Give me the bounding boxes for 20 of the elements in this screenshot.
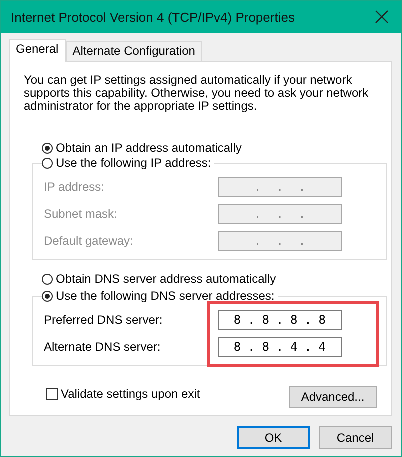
radio-option[interactable]: Obtain DNS server address automatically xyxy=(42,272,276,286)
field-label: Alternate DNS server: xyxy=(44,340,161,354)
radio-option[interactable]: Obtain an IP address automatically xyxy=(42,141,242,155)
field-label: Subnet mask: xyxy=(44,207,118,221)
dialog-button[interactable]: Cancel xyxy=(319,426,392,449)
dialog-button[interactable]: OK xyxy=(237,426,310,449)
tab[interactable]: Alternate Configuration xyxy=(66,41,202,61)
checkbox-option[interactable]: Validate settings upon exit xyxy=(46,387,200,401)
intro-text: You can get IP settings assigned automatically if your network supports this capability. Otherwise, you need to ask your network administrator for the appropriate IP settings. xyxy=(24,74,370,113)
field-label: Preferred DNS server: xyxy=(44,313,163,327)
ip-address-field[interactable]: 8 . 8 . 4 . 4 xyxy=(218,337,342,357)
field-label: Default gateway: xyxy=(44,234,134,248)
window-title: Internet Protocol Version 4 (TCP/IPv4) Properties xyxy=(11,10,295,24)
tab[interactable]: General xyxy=(9,39,66,62)
radio-option[interactable]: Use the following IP address: xyxy=(42,156,214,170)
field-label: IP address: xyxy=(44,180,104,194)
close-icon[interactable] xyxy=(375,10,389,24)
advanced-button[interactable]: Advanced... xyxy=(289,386,377,408)
ip-address-field[interactable]: 8 . 8 . 8 . 8 xyxy=(218,310,342,330)
radio-option[interactable]: Use the following DNS server addresses: xyxy=(42,289,278,303)
